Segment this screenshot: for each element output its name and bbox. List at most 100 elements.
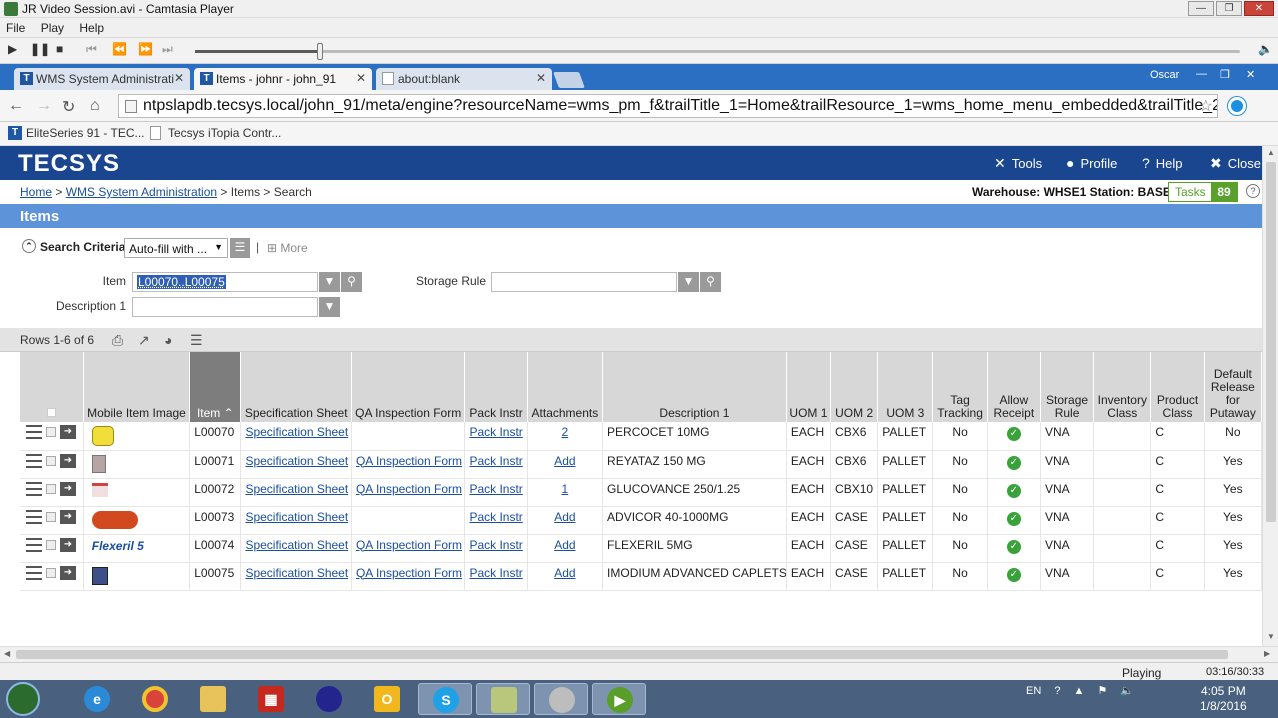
storage-rule-input[interactable]: [491, 272, 677, 292]
qa-form-link[interactable]: QA Inspection Form: [356, 454, 462, 468]
pack-instr-link[interactable]: Pack Instr: [469, 538, 522, 552]
back-icon[interactable]: ←: [8, 97, 24, 115]
attachments-link[interactable]: Add: [554, 566, 575, 580]
attachments-link[interactable]: 1: [562, 482, 569, 496]
camtasia-icon[interactable]: ▶: [592, 683, 646, 715]
row-open-icon[interactable]: ➜: [60, 481, 76, 496]
col-tag-tracking[interactable]: Tag Tracking: [932, 352, 988, 422]
row-checkbox[interactable]: [46, 455, 56, 466]
attachments-link[interactable]: Add: [554, 454, 575, 468]
col-inventory-class[interactable]: Inventory Class: [1093, 352, 1152, 422]
tab-items[interactable]: T Items - johnr - john_91 ✕: [194, 68, 372, 90]
col-select[interactable]: [20, 352, 84, 422]
attachments-link[interactable]: 2: [562, 425, 569, 439]
description-input[interactable]: [132, 297, 318, 317]
pack-instr-link[interactable]: Pack Instr: [469, 425, 522, 439]
row-checkbox[interactable]: [46, 511, 56, 522]
qa-form-link[interactable]: QA Inspection Form: [356, 566, 462, 580]
app-grid-icon[interactable]: ▦: [244, 683, 298, 715]
page-info-icon[interactable]: [125, 100, 137, 113]
close-icon[interactable]: ✕: [356, 71, 366, 85]
tasks-button[interactable]: Tasks 89: [1168, 182, 1238, 202]
criteria-list-icon[interactable]: ☰: [230, 238, 250, 258]
row-open-icon[interactable]: ➜: [60, 509, 76, 524]
row-menu-icon[interactable]: [26, 425, 42, 439]
explorer-icon[interactable]: [186, 683, 240, 715]
flag-icon[interactable]: ⚑: [1097, 685, 1107, 697]
menu-file[interactable]: File: [0, 18, 31, 38]
tools-button[interactable]: ✕ Tools: [994, 155, 1042, 172]
tab-about-blank[interactable]: about:blank ✕: [376, 68, 552, 90]
bookmark-star-icon[interactable]: ☆: [1199, 96, 1213, 116]
item-input[interactable]: L00070..L00075: [132, 272, 318, 292]
attachments-link[interactable]: Add: [554, 538, 575, 552]
menu-help[interactable]: Help: [73, 18, 110, 38]
pack-instr-link[interactable]: Pack Instr: [469, 482, 522, 496]
table-row[interactable]: ➜ L00075 Specification Sheet QA Inspection …: [20, 562, 1263, 591]
maximize-button[interactable]: ❐: [1216, 1, 1242, 16]
search-icon[interactable]: ⚲: [699, 272, 721, 292]
pack-instr-link[interactable]: Pack Instr: [469, 454, 522, 468]
row-menu-icon[interactable]: [26, 453, 42, 468]
export-icon[interactable]: ↗: [138, 332, 150, 349]
seek-knob[interactable]: [317, 43, 324, 60]
table-row[interactable]: ➜ Flexeril 5 L00074 Specification Sheet QA I…: [20, 534, 1263, 563]
row-open-icon[interactable]: ➜: [60, 537, 76, 552]
col-allow-receipt[interactable]: Allow Receipt: [987, 352, 1041, 422]
help-circle-icon[interactable]: ?: [1246, 184, 1260, 198]
extension-icon[interactable]: [1228, 97, 1246, 115]
vertical-scrollbar[interactable]: ▲ ▼: [1262, 146, 1278, 646]
search-criteria-toggle[interactable]: ⌃ Search Criteria: [22, 239, 125, 254]
chrome-minimize-icon[interactable]: —: [1196, 68, 1207, 80]
col-uom2[interactable]: UOM 2: [830, 352, 879, 422]
outlook-icon[interactable]: O: [360, 683, 414, 715]
menu-icon[interactable]: ☰: [190, 332, 203, 349]
row-open-icon[interactable]: ➜: [60, 425, 76, 439]
start-button[interactable]: [6, 682, 40, 716]
row-checkbox[interactable]: [46, 483, 56, 494]
profile-button[interactable]: ● Profile: [1066, 155, 1117, 171]
autofill-select[interactable]: Auto-fill with ... ▼: [124, 238, 228, 258]
spec-sheet-link[interactable]: Specification Sheet: [245, 482, 348, 496]
close-icon[interactable]: ✕: [536, 71, 546, 85]
scroll-up-icon[interactable]: ▲: [1267, 148, 1275, 157]
table-row[interactable]: ➜ L00071 Specification Sheet QA Inspection …: [20, 450, 1263, 479]
filter-icon[interactable]: ▼: [677, 272, 699, 292]
row-checkbox[interactable]: [46, 539, 56, 550]
table-row[interactable]: ➜ L00070 Specification Sheet Pack Instr 2 PER…: [20, 422, 1263, 451]
spec-sheet-link[interactable]: Specification Sheet: [245, 510, 348, 524]
globe-icon[interactable]: [302, 683, 356, 715]
volume-icon[interactable]: 🔈: [1120, 685, 1134, 697]
table-row[interactable]: ➜ L00072 Specification Sheet QA Inspection …: [20, 478, 1263, 507]
spec-sheet-link[interactable]: Specification Sheet: [245, 566, 348, 580]
scroll-down-icon[interactable]: ▼: [1267, 632, 1275, 641]
play-icon[interactable]: ▶: [8, 42, 17, 56]
breadcrumb-home[interactable]: Home: [20, 185, 52, 199]
disc-icon[interactable]: [534, 683, 588, 715]
forward-icon[interactable]: ⏩: [138, 42, 153, 56]
skip-start-icon[interactable]: ⏮: [86, 42, 97, 57]
minimize-button[interactable]: —: [1188, 1, 1214, 16]
filter-icon[interactable]: ▼: [318, 272, 340, 292]
scroll-left-icon[interactable]: ◀: [4, 649, 10, 658]
col-uom3[interactable]: UOM 3: [877, 352, 934, 422]
url-input[interactable]: ntpslapdb.tecsys.local/john_91/meta/engi…: [118, 94, 1218, 118]
col-attachments[interactable]: Attachments: [527, 352, 604, 422]
col-item[interactable]: Item ⌃: [189, 352, 242, 422]
row-open-icon[interactable]: ➜: [60, 565, 76, 580]
bookmark-eliteseries[interactable]: T EliteSeries 91 - TEC...: [8, 126, 145, 140]
pack-instr-link[interactable]: Pack Instr: [469, 510, 522, 524]
col-image[interactable]: Mobile Item Image: [83, 352, 191, 422]
select-all-checkbox[interactable]: [46, 408, 56, 417]
new-tab-button[interactable]: [553, 72, 585, 88]
col-spec[interactable]: Specification Sheet: [240, 352, 352, 422]
row-menu-icon[interactable]: [26, 565, 42, 580]
qa-form-link[interactable]: QA Inspection Form: [356, 538, 462, 552]
chart-icon[interactable]: ◕: [164, 332, 172, 348]
seek-bar[interactable]: [195, 43, 1240, 60]
close-icon[interactable]: ✕: [174, 71, 184, 85]
tab-wms-admin[interactable]: T WMS System Administrati ✕: [14, 68, 190, 90]
print-icon[interactable]: ⎙: [112, 332, 123, 349]
language-indicator[interactable]: EN: [1026, 685, 1041, 697]
reload-icon[interactable]: ↻: [62, 97, 75, 117]
